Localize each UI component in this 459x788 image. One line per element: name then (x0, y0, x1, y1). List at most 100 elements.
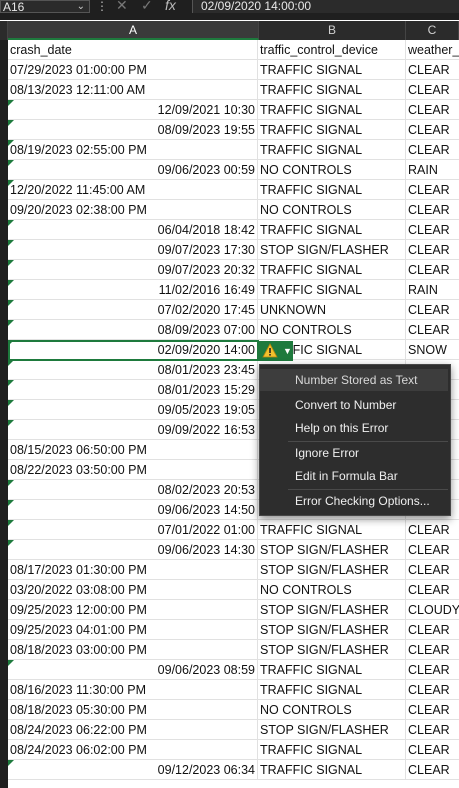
cell-weather[interactable]: CLEAR (406, 320, 459, 339)
cell-traffic-control-device[interactable]: STOP SIGN/FLASHER (258, 640, 406, 659)
formula-input[interactable]: 02/09/2020 14:00:00 (192, 0, 459, 13)
cell-traffic-control-device[interactable]: TRAFFIC SIGNAL (258, 140, 406, 159)
cell-weather[interactable]: CLEAR (406, 220, 459, 239)
cell-crash-date[interactable]: 08/02/2023 20:53 (8, 480, 258, 499)
cell-crash-date[interactable]: 08/09/2023 19:55 (8, 120, 258, 139)
cell-weather[interactable]: CLEAR (406, 120, 459, 139)
cell-crash-date[interactable]: 08/18/2023 05:30:00 PM (8, 700, 258, 719)
chevron-down-icon[interactable]: ⌄ (77, 0, 85, 13)
cell-traffic-control-device[interactable]: TRAFFIC SIGNAL (258, 60, 406, 79)
cell-crash-date[interactable]: 09/06/2023 14:50 (8, 500, 258, 519)
cell-traffic-control-device[interactable]: TRAFFIC SIGNAL (258, 660, 406, 679)
cell-weather[interactable]: CLEAR (406, 580, 459, 599)
cell-crash-date[interactable]: 09/12/2023 06:34 (8, 760, 258, 779)
cell-c-header[interactable]: weather_ (406, 40, 459, 59)
cell-traffic-control-device[interactable]: TRAFFIC SIGNAL (258, 260, 406, 279)
cell-traffic-control-device[interactable]: TRAFFIC SIGNAL (258, 520, 406, 539)
menu-item-edit-in-formula-bar[interactable]: Edit in Formula Bar (260, 465, 448, 487)
cell-crash-date[interactable]: 08/16/2023 11:30:00 PM (8, 680, 258, 699)
cell-weather[interactable]: CLEAR (406, 60, 459, 79)
cell-crash-date[interactable]: 08/01/2023 15:29 (8, 380, 258, 399)
cell-weather[interactable]: RAIN (406, 280, 459, 299)
cell-weather[interactable]: CLEAR (406, 240, 459, 259)
cell-weather[interactable]: CLEAR (406, 660, 459, 679)
cell-traffic-control-device[interactable]: NO CONTROLS (258, 320, 406, 339)
cell-crash-date[interactable]: 07/02/2020 17:45 (8, 300, 258, 319)
cell-traffic-control-device[interactable]: STOP SIGN/FLASHER (258, 620, 406, 639)
cell-traffic-control-device[interactable]: STOP SIGN/FLASHER (258, 720, 406, 739)
cell-traffic-control-device[interactable]: TRAFFIC SIGNAL (258, 740, 406, 759)
cell-traffic-control-device[interactable]: TRAFFIC SIGNAL (258, 100, 406, 119)
cell-crash-date[interactable]: 08/24/2023 06:22:00 PM (8, 720, 258, 739)
cell-weather[interactable]: CLEAR (406, 760, 459, 779)
cell-traffic-control-device[interactable]: STOP SIGN/FLASHER (258, 600, 406, 619)
cell-crash-date[interactable]: 12/09/2021 10:30 (8, 100, 258, 119)
cell-weather[interactable]: CLEAR (406, 80, 459, 99)
cell-traffic-control-device[interactable]: NO CONTROLS (258, 200, 406, 219)
more-options-icon[interactable]: ⋮ (96, 0, 108, 12)
confirm-icon[interactable]: ✓ (141, 0, 153, 14)
column-header-c[interactable]: C (406, 21, 459, 40)
menu-item-convert-to-number[interactable]: Convert to Number (260, 394, 448, 416)
menu-item-ignore-error[interactable]: Ignore Error (260, 442, 448, 464)
cell-crash-date[interactable]: 09/06/2023 14:30 (8, 540, 258, 559)
cell-weather[interactable]: CLEAR (406, 560, 459, 579)
cell-traffic-control-device[interactable]: STOP SIGN/FLASHER (258, 560, 406, 579)
cell-traffic-control-device[interactable]: NO CONTROLS (258, 580, 406, 599)
cell-crash-date[interactable]: 09/05/2023 19:05 (8, 400, 258, 419)
cell-weather[interactable]: CLEAR (406, 620, 459, 639)
cell-traffic-control-device[interactable]: TRAFFIC SIGNAL (258, 680, 406, 699)
name-box[interactable]: A16 ⌄ (0, 0, 90, 14)
cell-weather[interactable]: CLEAR (406, 540, 459, 559)
select-all-corner[interactable] (0, 21, 8, 40)
cell-weather[interactable]: CLOUDY/ (406, 600, 459, 619)
menu-item-error-checking-options[interactable]: Error Checking Options... (260, 490, 448, 512)
cell-traffic-control-device[interactable]: TRAFFIC SIGNAL (258, 760, 406, 779)
cell-crash-date[interactable]: 08/13/2023 12:11:00 AM (8, 80, 258, 99)
cell-crash-date[interactable]: 08/01/2023 23:45 (8, 360, 258, 379)
insert-function-button[interactable]: fx (165, 0, 176, 13)
cell-weather[interactable]: CLEAR (406, 140, 459, 159)
cell-crash-date[interactable]: 09/06/2023 08:59 (8, 660, 258, 679)
cell-crash-date[interactable]: 09/25/2023 12:00:00 PM (8, 600, 258, 619)
cell-weather[interactable]: RAIN (406, 160, 459, 179)
cell-crash-date[interactable]: 06/04/2018 18:42 (8, 220, 258, 239)
cell-traffic-control-device[interactable]: NO CONTROLS (258, 160, 406, 179)
cell-crash-date[interactable]: 08/18/2023 03:00:00 PM (8, 640, 258, 659)
cell-traffic-control-device[interactable]: NO CONTROLS (258, 700, 406, 719)
cell-traffic-control-device[interactable]: STOP SIGN/FLASHER (258, 540, 406, 559)
cell-weather[interactable]: CLEAR (406, 700, 459, 719)
cell-traffic-control-device[interactable]: TRAFFIC SIGNAL (258, 120, 406, 139)
cell-crash-date[interactable]: 08/09/2023 07:00 (8, 320, 258, 339)
cell-crash-date[interactable]: 09/07/2023 20:32 (8, 260, 258, 279)
cell-crash-date[interactable]: 02/09/2020 14:00 (8, 340, 258, 359)
cell-crash-date[interactable]: 08/19/2023 02:55:00 PM (8, 140, 258, 159)
cell-crash-date[interactable]: 08/24/2023 06:02:00 PM (8, 740, 258, 759)
cell-crash-date[interactable]: 07/29/2023 01:00:00 PM (8, 60, 258, 79)
cell-traffic-control-device[interactable]: TRAFFIC SIGNAL (258, 180, 406, 199)
cell-crash-date[interactable]: 09/09/2022 16:53 (8, 420, 258, 439)
cell-a-header[interactable]: crash_date (8, 40, 258, 59)
cell-weather[interactable]: CLEAR (406, 200, 459, 219)
column-header-a[interactable]: A (8, 21, 259, 40)
cell-weather[interactable]: CLEAR (406, 260, 459, 279)
column-header-b[interactable]: B (259, 21, 406, 40)
cell-traffic-control-device[interactable]: TRAFFIC SIGNAL (258, 280, 406, 299)
cancel-icon[interactable]: ✕ (116, 0, 128, 14)
cell-weather[interactable]: CLEAR (406, 520, 459, 539)
cell-crash-date[interactable]: 08/15/2023 06:50:00 PM (8, 440, 258, 459)
cell-weather[interactable]: CLEAR (406, 100, 459, 119)
error-checking-button[interactable]: ▼ (259, 341, 293, 361)
cell-traffic-control-device[interactable]: STOP SIGN/FLASHER (258, 240, 406, 259)
cell-crash-date[interactable]: 09/25/2023 04:01:00 PM (8, 620, 258, 639)
cell-crash-date[interactable]: 09/07/2023 17:30 (8, 240, 258, 259)
cell-weather[interactable]: CLEAR (406, 180, 459, 199)
cell-crash-date[interactable]: 08/22/2023 03:50:00 PM (8, 460, 258, 479)
cell-crash-date[interactable]: 08/17/2023 01:30:00 PM (8, 560, 258, 579)
cell-crash-date[interactable]: 09/20/2023 02:38:00 PM (8, 200, 258, 219)
cell-weather[interactable]: CLEAR (406, 740, 459, 759)
cell-weather[interactable]: CLEAR (406, 640, 459, 659)
cell-crash-date[interactable]: 07/01/2022 01:00 (8, 520, 258, 539)
cell-crash-date[interactable]: 11/02/2016 16:49 (8, 280, 258, 299)
cell-traffic-control-device[interactable]: UNKNOWN (258, 300, 406, 319)
